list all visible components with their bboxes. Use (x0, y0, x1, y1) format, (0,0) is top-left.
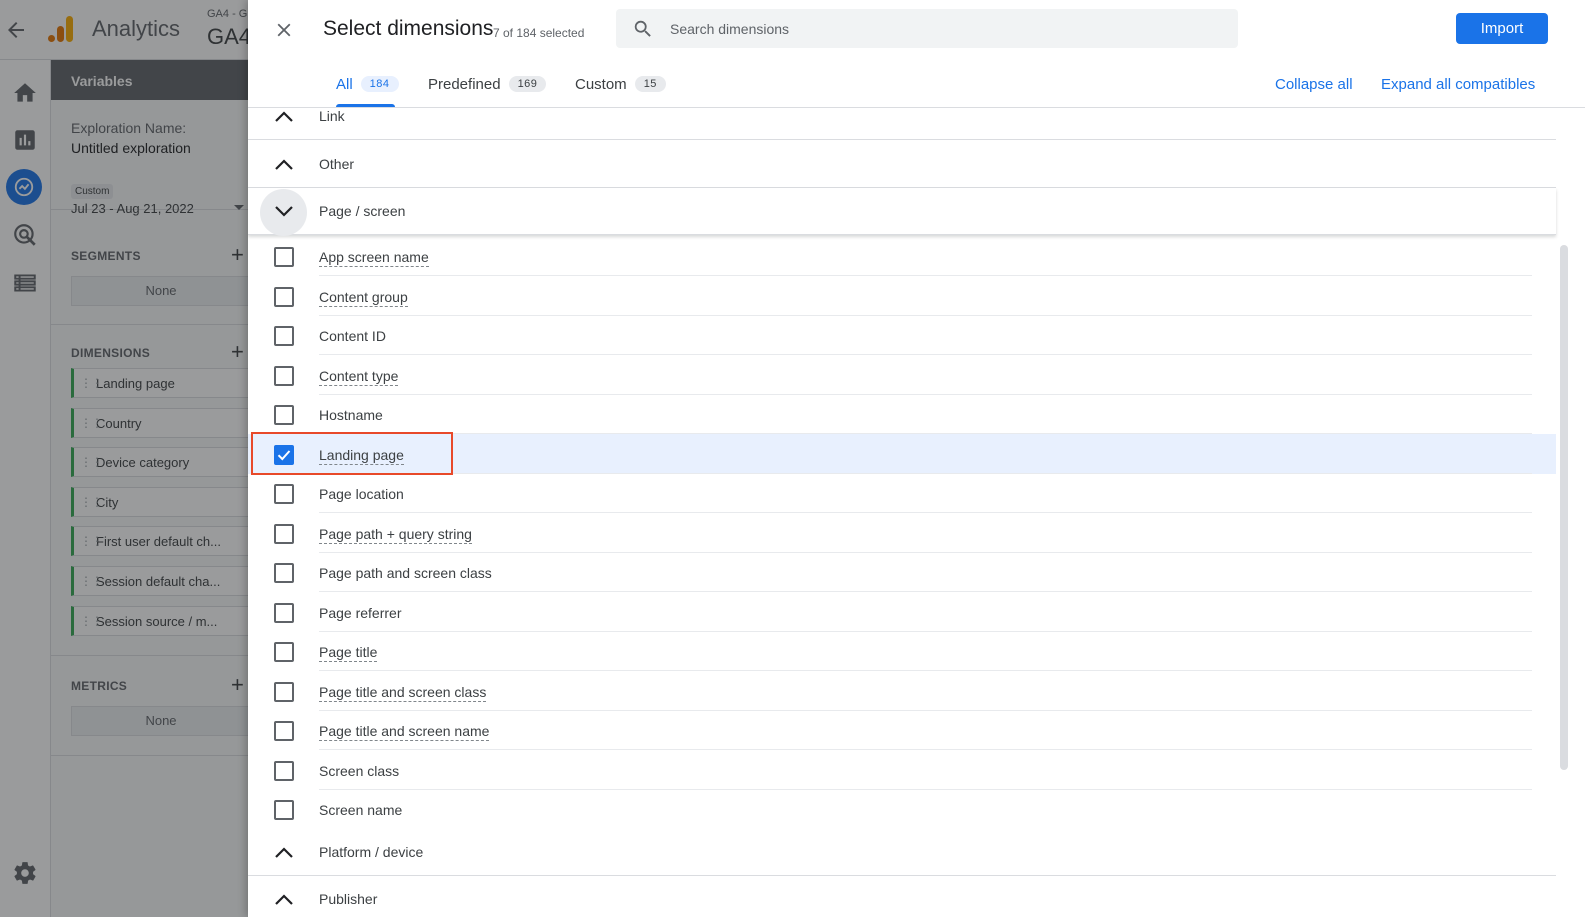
group-publisher[interactable]: Publisher (248, 876, 1556, 917)
tab-predefined-label: Predefined (428, 75, 501, 93)
dimension-label: Page path and screen class (319, 565, 492, 581)
checkbox[interactable] (274, 484, 294, 504)
dimension-row-screen-name[interactable]: Screen name (248, 789, 1556, 829)
checkbox[interactable] (274, 563, 294, 583)
checkbox[interactable] (274, 286, 294, 307)
import-button[interactable]: Import (1456, 13, 1548, 44)
collapse-all-button[interactable]: Collapse all (1275, 76, 1353, 93)
checkbox[interactable] (274, 602, 294, 623)
dimension-label: Content ID (319, 328, 386, 344)
group-label: Publisher (319, 891, 378, 907)
checkbox[interactable] (274, 523, 294, 544)
chevron-up-icon[interactable] (273, 890, 295, 908)
checkbox[interactable] (274, 642, 294, 662)
dimension-label: Content type (319, 367, 399, 386)
checkbox[interactable] (274, 721, 294, 741)
tab-all-count: 184 (360, 76, 399, 92)
dimension-row-page-title-and-screen-class[interactable]: Page title and screen class (248, 671, 1556, 711)
tab-all-label: All (336, 75, 353, 93)
group-label: Other (319, 156, 355, 172)
chevron-up-icon[interactable] (273, 107, 295, 125)
dimension-label: Page location (319, 486, 404, 502)
dialog-title: Select dimensions (323, 17, 494, 40)
selected-count: 7 of 184 selected (493, 26, 585, 40)
dimension-label: Content group (319, 288, 408, 307)
search-box[interactable] (616, 9, 1238, 48)
tab-predefined-count: 169 (508, 76, 547, 92)
dialog-header: Select dimensions 7 of 184 selected Impo… (248, 0, 1585, 60)
group-link[interactable]: Link (248, 93, 1556, 140)
dimension-label: Screen class (319, 762, 400, 779)
search-icon (634, 20, 651, 37)
group-platform-device[interactable]: Platform / device (248, 829, 1556, 876)
dimension-row-page-title[interactable]: Page title (248, 631, 1556, 671)
dimension-label: Screen name (319, 802, 403, 818)
checkbox[interactable] (274, 800, 294, 820)
dimension-label: Page title and screen class (319, 683, 487, 702)
dimension-row-page-path-query-string[interactable]: Page path + query string (248, 513, 1556, 553)
checkbox[interactable] (274, 326, 294, 346)
chevron-down-icon[interactable] (273, 202, 295, 220)
dimension-label: App screen name (319, 249, 429, 267)
dimension-label: Hostname (319, 407, 383, 423)
list-scrollbar[interactable] (1560, 245, 1568, 770)
dimension-row-page-title-and-screen-name[interactable]: Page title and screen name (248, 710, 1556, 750)
group-label: Page / screen (319, 203, 406, 219)
dimension-row-page-location[interactable]: Page location (248, 473, 1556, 513)
group-label: Link (319, 108, 345, 124)
dimension-row-page-path-and-screen-class[interactable]: Page path and screen class (248, 552, 1556, 592)
dimension-label: Page referrer (319, 604, 402, 621)
dimension-row-content-group[interactable]: Content group (248, 276, 1556, 316)
highlight-annotation (251, 432, 453, 475)
checkbox[interactable] (274, 681, 294, 702)
dimension-row-hostname[interactable]: Hostname (248, 394, 1556, 434)
chevron-up-icon[interactable] (273, 155, 295, 173)
dimension-row-content-type[interactable]: Content type (248, 355, 1556, 395)
checkbox[interactable] (274, 365, 294, 386)
search-input[interactable] (670, 9, 1230, 48)
expand-all-compatibles-button[interactable]: Expand all compatibles (1381, 76, 1535, 93)
close-icon[interactable] (273, 19, 295, 41)
dimension-row-app-screen-name[interactable]: App screen name (248, 236, 1556, 276)
checkbox[interactable] (274, 760, 294, 781)
dimension-label: Page path + query string (319, 525, 472, 544)
dimension-row-page-referrer[interactable]: Page referrer (248, 592, 1556, 632)
tab-custom-label: Custom (575, 75, 627, 93)
tab-custom-count: 15 (634, 76, 666, 92)
dimension-label: Page title (319, 644, 378, 662)
dimension-label: Page title and screen name (319, 723, 490, 741)
chevron-up-icon[interactable] (273, 843, 295, 861)
group-label: Platform / device (319, 844, 424, 860)
checkbox[interactable] (274, 405, 294, 425)
group-page-screen[interactable]: Page / screen (248, 188, 1556, 236)
dimension-row-screen-class[interactable]: Screen class (248, 750, 1556, 790)
dimension-row-content-id[interactable]: Content ID (248, 315, 1556, 355)
group-other[interactable]: Other (248, 141, 1556, 188)
checkbox[interactable] (274, 247, 294, 267)
